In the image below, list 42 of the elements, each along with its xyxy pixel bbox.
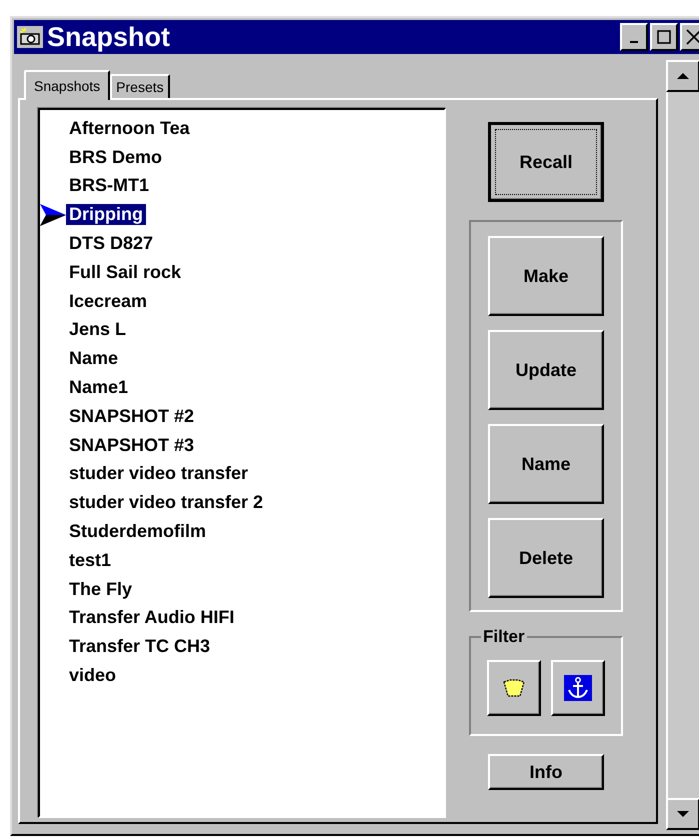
snapshot-item[interactable]: Full Sail rock <box>66 262 184 283</box>
snapshot-item[interactable]: test1 <box>66 550 114 571</box>
scroll-up-icon <box>677 72 689 80</box>
minimize-icon <box>630 41 638 43</box>
window-title: Snapshot <box>47 22 170 52</box>
tab[interactable]: Snapshots <box>24 70 110 100</box>
snapshot-item[interactable]: Jens L <box>66 319 130 340</box>
snapshot-item[interactable]: Transfer Audio HIFI <box>66 607 238 628</box>
snapshot-item[interactable]: BRS Demo <box>66 146 166 168</box>
snapshot-item[interactable]: studer video transfer <box>66 463 252 484</box>
minimize-button[interactable] <box>620 23 648 51</box>
maximize-icon <box>656 29 672 45</box>
snapshot-item[interactable]: The Fly <box>66 578 136 600</box>
action-button[interactable]: Delete <box>488 518 604 598</box>
filter-button[interactable] <box>487 660 541 716</box>
action-button[interactable]: Make <box>488 236 604 316</box>
camera-icon <box>17 26 43 48</box>
action-button[interactable]: Name <box>488 424 604 504</box>
snapshot-item[interactable]: Studerdemofilm <box>66 521 210 542</box>
pouch-icon <box>502 678 526 698</box>
action-button[interactable]: Update <box>488 330 604 410</box>
recall-button[interactable]: Recall <box>488 122 604 202</box>
snapshot-item[interactable]: Afternoon Tea <box>66 118 193 139</box>
snapshot-item[interactable]: Name <box>66 348 122 370</box>
snapshot-item[interactable]: Dripping <box>66 204 146 226</box>
anchor-icon <box>564 675 592 701</box>
tab[interactable]: Presets <box>110 74 170 98</box>
close-icon <box>685 28 699 46</box>
snapshot-item[interactable]: DTS D827 <box>66 233 156 254</box>
snapshot-item[interactable]: Transfer TC CH3 <box>66 636 214 658</box>
snapshot-item[interactable]: SNAPSHOT #2 <box>66 406 198 427</box>
snapshot-item[interactable]: studer video transfer 2 <box>66 492 266 514</box>
snapshot-item[interactable]: SNAPSHOT #3 <box>66 434 198 456</box>
maximize-button[interactable] <box>650 23 678 51</box>
filter-button[interactable] <box>551 660 605 716</box>
snapshot-item[interactable]: BRS-MT1 <box>66 175 152 196</box>
snapshot-item[interactable]: Icecream <box>66 290 150 312</box>
scrollbar[interactable] <box>666 60 699 830</box>
info-button[interactable]: Info <box>488 754 604 790</box>
scroll-down-icon <box>677 810 689 818</box>
snapshot-item[interactable]: Name1 <box>66 377 132 398</box>
snapshot-item[interactable]: video <box>66 665 120 686</box>
